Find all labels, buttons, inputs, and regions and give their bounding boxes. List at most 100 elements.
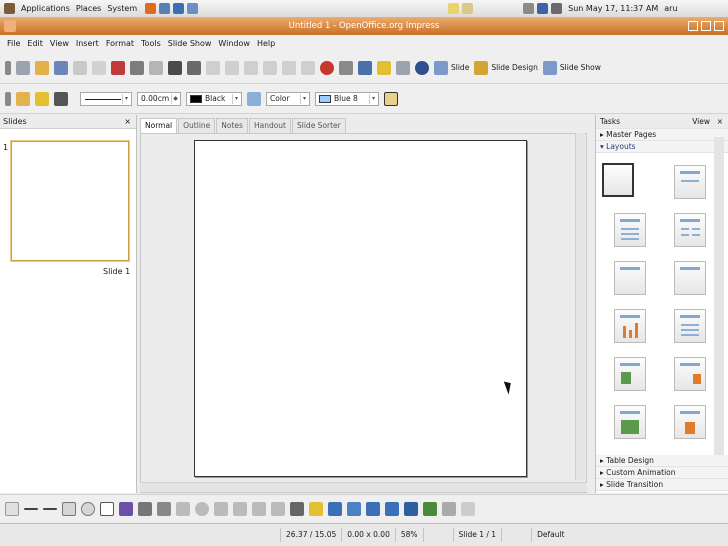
layout-title-table[interactable] bbox=[674, 309, 706, 343]
redo-icon[interactable] bbox=[301, 60, 315, 75]
horizontal-scrollbar[interactable] bbox=[140, 482, 587, 492]
from-file-icon[interactable] bbox=[347, 502, 361, 516]
menu-help[interactable]: Help bbox=[257, 39, 275, 48]
block-arrows-icon[interactable] bbox=[214, 502, 228, 516]
user-name[interactable]: aru bbox=[664, 4, 677, 13]
navigator-icon[interactable] bbox=[358, 60, 372, 75]
print-preview-icon[interactable] bbox=[149, 60, 163, 75]
layout-title-clipart-text[interactable] bbox=[614, 357, 646, 391]
clipboard-applet-icon[interactable] bbox=[462, 3, 474, 14]
line-tool-icon[interactable] bbox=[24, 508, 38, 510]
help-icon[interactable] bbox=[415, 60, 429, 75]
arrow-style-icon[interactable] bbox=[54, 91, 68, 106]
applications-menu[interactable]: Applications bbox=[21, 4, 70, 13]
layout-title-slide[interactable] bbox=[614, 261, 646, 295]
slide-thumbnail[interactable] bbox=[11, 141, 129, 261]
glue-points-icon[interactable] bbox=[309, 502, 323, 516]
open-folder-icon[interactable] bbox=[35, 60, 49, 75]
edit-file-icon[interactable] bbox=[92, 60, 106, 75]
places-menu[interactable]: Places bbox=[76, 4, 101, 13]
animation-icon[interactable] bbox=[461, 502, 475, 516]
layout-title-only[interactable] bbox=[674, 165, 706, 199]
table-icon[interactable] bbox=[339, 60, 353, 75]
network-applet-icon[interactable] bbox=[523, 3, 535, 14]
menu-insert[interactable]: Insert bbox=[76, 39, 99, 48]
tab-outline[interactable]: Outline bbox=[178, 118, 216, 133]
window-menu-icon[interactable] bbox=[4, 20, 16, 32]
mail-launcher-icon[interactable] bbox=[159, 3, 171, 14]
menu-edit[interactable]: Edit bbox=[27, 39, 43, 48]
select-arrow-icon[interactable] bbox=[5, 502, 19, 516]
text-tool-icon[interactable] bbox=[100, 502, 114, 516]
layouts-section[interactable]: ▾ Layouts bbox=[596, 141, 728, 153]
writer-launcher-icon[interactable] bbox=[187, 3, 199, 14]
window-titlebar[interactable]: Untitled 1 - OpenOffice.org Impress bbox=[0, 18, 728, 35]
lines-arrows-icon[interactable] bbox=[157, 502, 171, 516]
clone-formatting-icon[interactable] bbox=[263, 60, 277, 75]
interaction-icon[interactable] bbox=[442, 502, 456, 516]
layout-blank[interactable] bbox=[602, 163, 634, 197]
volume-applet-icon[interactable] bbox=[551, 3, 563, 14]
slide-show-button[interactable]: Slide Show bbox=[560, 63, 601, 72]
line-color-select[interactable]: Black ▾ bbox=[186, 91, 242, 106]
align-icon[interactable] bbox=[404, 502, 418, 516]
gallery-icon[interactable] bbox=[366, 502, 380, 516]
line-arrow-tool-icon[interactable] bbox=[43, 508, 57, 510]
tab-slide-sorter[interactable]: Slide Sorter bbox=[292, 118, 346, 133]
slide-button[interactable]: Slide bbox=[451, 63, 469, 72]
layout-centered-text[interactable] bbox=[674, 261, 706, 295]
chart-icon[interactable] bbox=[320, 60, 334, 75]
paste-icon[interactable] bbox=[244, 60, 258, 75]
tab-normal[interactable]: Normal bbox=[140, 118, 178, 133]
gnome-foot-icon[interactable] bbox=[4, 3, 15, 14]
cut-icon[interactable] bbox=[206, 60, 220, 75]
tab-handout[interactable]: Handout bbox=[248, 118, 291, 133]
fontwork-icon[interactable] bbox=[328, 502, 342, 516]
menu-window[interactable]: Window bbox=[218, 39, 250, 48]
spellcheck-icon[interactable] bbox=[168, 60, 182, 75]
layout-title-chart[interactable] bbox=[614, 309, 646, 343]
bluetooth-applet-icon[interactable] bbox=[537, 3, 549, 14]
area-color-select[interactable]: Blue 8 ▾ bbox=[315, 91, 379, 106]
firefox-launcher-icon[interactable] bbox=[145, 3, 157, 14]
slide-show-icon[interactable] bbox=[542, 60, 557, 75]
tasks-scrollbar[interactable] bbox=[714, 137, 724, 457]
toolbar-grip-icon[interactable] bbox=[5, 60, 11, 75]
master-pages-section[interactable]: ▸ Master Pages bbox=[596, 129, 728, 141]
email-icon[interactable] bbox=[73, 60, 87, 75]
points-icon[interactable] bbox=[290, 502, 304, 516]
zoom-icon[interactable] bbox=[396, 60, 410, 75]
custom-animation-section[interactable]: ▸ Custom Animation bbox=[596, 467, 728, 479]
layout-title-content[interactable] bbox=[614, 213, 646, 247]
table-design-section[interactable]: ▸ Table Design bbox=[596, 455, 728, 467]
extrusion-icon[interactable] bbox=[385, 502, 399, 516]
zoom-level[interactable]: 58% bbox=[394, 528, 423, 542]
arrange-icon[interactable] bbox=[423, 502, 437, 516]
tab-notes[interactable]: Notes bbox=[216, 118, 248, 133]
layout-title-two-content[interactable] bbox=[674, 213, 706, 247]
menu-format[interactable]: Format bbox=[106, 39, 134, 48]
help-launcher-icon[interactable] bbox=[173, 3, 185, 14]
slide-design-icon[interactable] bbox=[474, 60, 489, 75]
slide-transition-section[interactable]: ▸ Slide Transition bbox=[596, 479, 728, 491]
close-icon[interactable]: × bbox=[124, 115, 131, 129]
curve-tool-icon[interactable] bbox=[119, 502, 133, 516]
maximize-icon[interactable] bbox=[701, 21, 711, 31]
menu-view[interactable]: View bbox=[50, 39, 69, 48]
basic-shapes-icon[interactable] bbox=[176, 502, 190, 516]
tasks-view-menu[interactable]: View bbox=[692, 115, 710, 129]
clock[interactable]: Sun May 17, 11:37 AM bbox=[568, 4, 658, 13]
area-style-select[interactable]: Color ▾ bbox=[266, 91, 310, 106]
layout-title-text-chart[interactable] bbox=[674, 357, 706, 391]
autospellcheck-icon[interactable] bbox=[187, 60, 201, 75]
layout-title-chart-2[interactable] bbox=[674, 405, 706, 439]
save-icon[interactable] bbox=[54, 60, 68, 75]
flowchart-icon[interactable] bbox=[233, 502, 247, 516]
close-window-icon[interactable] bbox=[714, 21, 724, 31]
print-icon[interactable] bbox=[130, 60, 144, 75]
show-draw-functions-icon[interactable] bbox=[377, 60, 391, 75]
line-style-select[interactable]: ▾ bbox=[80, 91, 132, 106]
line-icon[interactable] bbox=[35, 91, 49, 106]
notes-applet-icon[interactable] bbox=[448, 3, 460, 14]
line-width-field[interactable]: 0.00cm ◆ bbox=[137, 91, 181, 106]
